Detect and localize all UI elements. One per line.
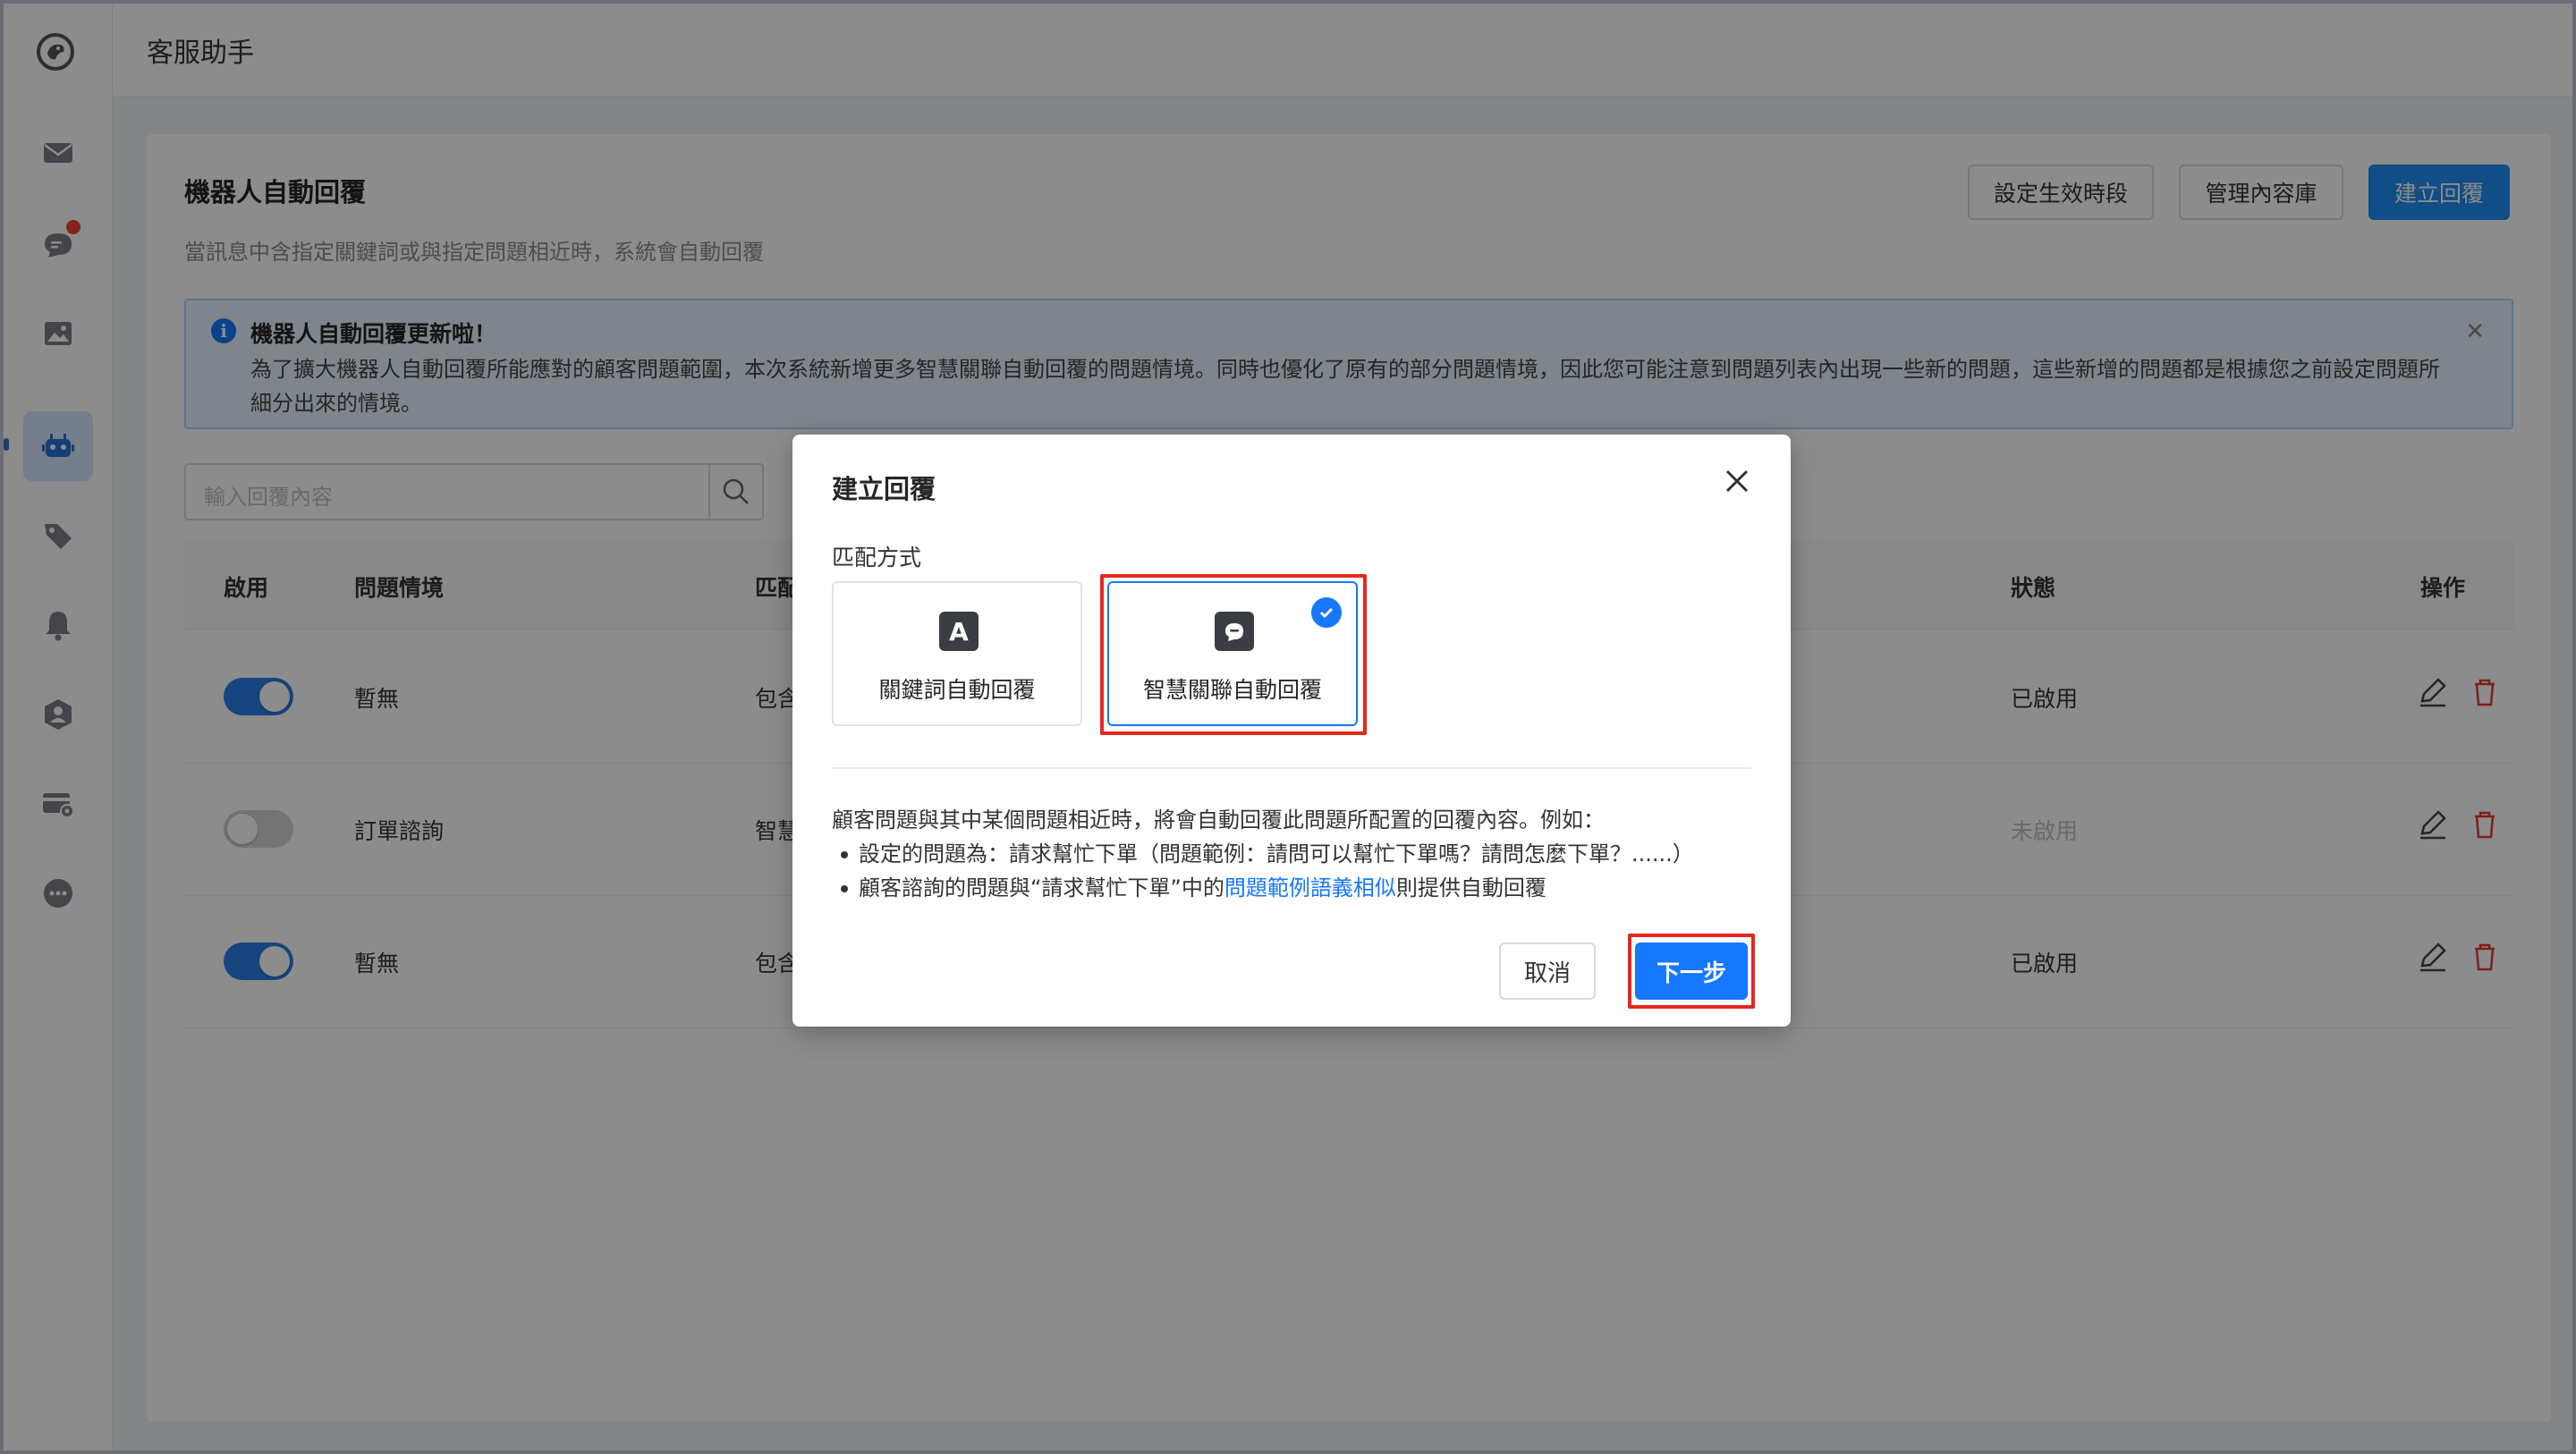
smart-chat-icon [1215, 612, 1254, 651]
cancel-button[interactable]: 取消 [1499, 943, 1596, 1000]
option-keyword-reply[interactable]: A 關鍵詞自動回覆 [832, 581, 1082, 726]
option-smart-reply[interactable]: 智慧關聯自動回覆 [1107, 581, 1358, 726]
dialog-title: 建立回覆 [832, 474, 936, 504]
close-icon[interactable] [1723, 467, 1751, 495]
create-reply-dialog: 建立回覆 匹配方式 A 關鍵詞自動回覆 智慧關聯自動回覆 顧客問題與其中某個問題… [792, 435, 1791, 1027]
explain-text: 則提供自動回覆 [1395, 875, 1546, 900]
option-label: 關鍵詞自動回覆 [878, 677, 1036, 703]
explain-text: 顧客諮詢的問題與“請求幫忙下單”中的 [859, 875, 1224, 900]
explanation-text: 顧客問題與其中某個問題相近時，將會自動回覆此問題所配置的回覆內容。例如： 設定的… [832, 803, 1762, 905]
next-step-button[interactable]: 下一步 [1635, 943, 1748, 1000]
option-label: 智慧關聯自動回覆 [1142, 677, 1322, 703]
explain-intro: 顧客問題與其中某個問題相近時，將會自動回覆此問題所配置的回覆內容。例如： [832, 807, 1605, 833]
selected-check-icon [1311, 597, 1342, 628]
divider [832, 767, 1751, 769]
explain-bullet: 顧客諮詢的問題與“請求幫忙下單”中的問題範例語義相似則提供自動回覆 [832, 871, 1762, 905]
explain-bullet: 設定的問題為：請求幫忙下單（問題範例：請問可以幫忙下單嗎？請問怎麼下單？....… [832, 837, 1762, 871]
app-window: 客服助手 機器人自動回覆 當訊息中含指定關鍵詞或與指定問題相近時，系統會自動回覆… [0, 0, 2576, 1454]
semantic-similar-link[interactable]: 問題範例語義相似 [1224, 875, 1396, 900]
match-method-label: 匹配方式 [832, 545, 922, 571]
keyword-icon: A [939, 612, 979, 651]
